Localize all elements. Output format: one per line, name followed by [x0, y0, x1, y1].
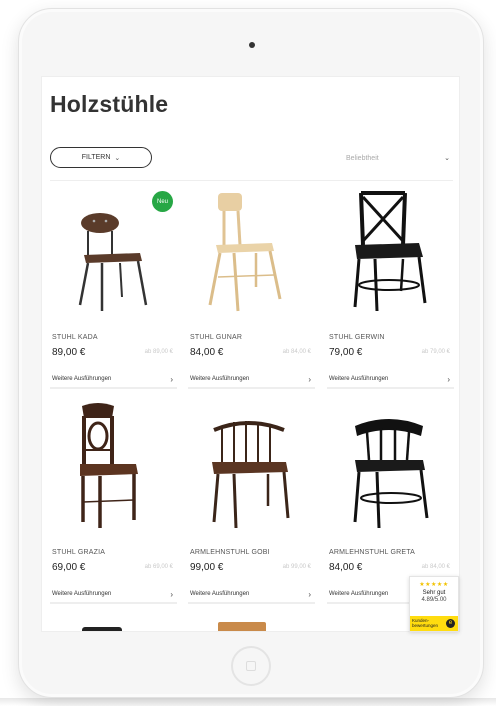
product-price: 99,00 € [190, 562, 224, 573]
more-variants-link[interactable]: Weitere Ausführungen › [188, 371, 315, 389]
product-name: STUHL GRAZIA [52, 549, 106, 556]
more-variants-label: Weitere Ausführungen [190, 591, 250, 597]
product-image-gerwin [353, 191, 427, 312]
product-card-gerwin[interactable]: STUHL GERWIN 79,00 € ab 79,00 € Weitere … [327, 187, 454, 397]
filter-button[interactable]: FILTERN ⌄ [50, 147, 152, 168]
product-name: ARMLEHNSTUHL GOBI [190, 549, 270, 556]
product-price: 79,00 € [329, 347, 363, 358]
product-price: 84,00 € [190, 347, 224, 358]
more-variants-link[interactable]: Weitere Ausführungen › [50, 371, 177, 389]
sort-select[interactable]: Beliebtheit ⌄ [346, 151, 450, 165]
product-from-price: ab 69,00 € [144, 564, 173, 570]
more-variants-label: Weitere Ausführungen [52, 591, 112, 597]
product-card-kada[interactable]: Neu STUHL KADA 89,00 € ab 89,00 € Weiter… [50, 187, 177, 397]
divider [50, 180, 453, 181]
product-card-gunar[interactable]: STUHL GUNAR 84,00 € ab 84,00 € Weitere A… [188, 187, 315, 397]
chevron-right-icon: › [447, 374, 450, 384]
product-price: 69,00 € [52, 562, 86, 573]
product-image-greta [353, 419, 429, 529]
product-from-price: ab 84,00 € [282, 349, 311, 355]
home-button[interactable] [231, 646, 271, 686]
chevron-down-icon: ⌄ [114, 154, 121, 162]
review-brand-band: Kunden- bewertungen e [410, 616, 458, 631]
chevron-right-icon: › [170, 374, 173, 384]
review-widget[interactable]: ★★★★★ Sehr gut 4.89/5.00 Kunden- bewertu… [409, 576, 459, 632]
chevron-right-icon: › [308, 374, 311, 384]
product-name: STUHL GERWIN [329, 334, 385, 341]
more-variants-label: Weitere Ausführungen [190, 376, 250, 382]
review-logo-icon: e [446, 619, 455, 628]
home-square-icon [246, 661, 256, 671]
product-image-partial [218, 622, 266, 631]
more-variants-label: Weitere Ausführungen [329, 591, 389, 597]
page-shadow [0, 698, 496, 706]
product-from-price: ab 79,00 € [421, 349, 450, 355]
product-price: 89,00 € [52, 347, 86, 358]
product-price: 84,00 € [329, 562, 363, 573]
camera-icon [249, 42, 255, 48]
more-variants-label: Weitere Ausführungen [52, 376, 112, 382]
rating-stars-icon: ★★★★★ [419, 582, 449, 588]
filter-label: FILTERN [81, 154, 111, 161]
rating-text: Sehr gut [422, 590, 446, 596]
page-title: Holzstühle [50, 91, 169, 117]
chevron-right-icon: › [308, 589, 311, 599]
product-image-partial [82, 627, 122, 631]
product-card-gobi[interactable]: ARMLEHNSTUHL GOBI 99,00 € ab 99,00 € Wei… [188, 402, 315, 612]
product-image-gunar [208, 193, 282, 312]
chevron-right-icon: › [170, 589, 173, 599]
product-name: ARMLEHNSTUHL GRETA [329, 549, 416, 556]
tablet-screen: Holzstühle FILTERN ⌄ Beliebtheit ⌄ Neu S… [41, 76, 460, 632]
product-from-price: ab 84,00 € [421, 564, 450, 570]
more-variants-link[interactable]: Weitere Ausführungen › [188, 586, 315, 604]
review-brand-text: Kunden- bewertungen [412, 618, 439, 628]
product-image-gobi [212, 421, 290, 529]
rating-score: 4.89/5.00 [421, 597, 447, 603]
product-card-grazia[interactable]: STUHL GRAZIA 69,00 € ab 69,00 € Weitere … [50, 402, 177, 612]
chevron-down-icon: ⌄ [444, 155, 450, 162]
product-from-price: ab 89,00 € [144, 349, 173, 355]
product-name: STUHL GUNAR [190, 334, 243, 341]
product-image-grazia [80, 403, 138, 528]
product-from-price: ab 99,00 € [282, 564, 311, 570]
new-badge: Neu [152, 191, 173, 212]
sort-label: Beliebtheit [346, 154, 379, 162]
more-variants-label: Weitere Ausführungen [329, 376, 389, 382]
more-variants-link[interactable]: Weitere Ausführungen › [50, 586, 177, 604]
product-name: STUHL KADA [52, 334, 98, 341]
more-variants-link[interactable]: Weitere Ausführungen › [327, 371, 454, 389]
